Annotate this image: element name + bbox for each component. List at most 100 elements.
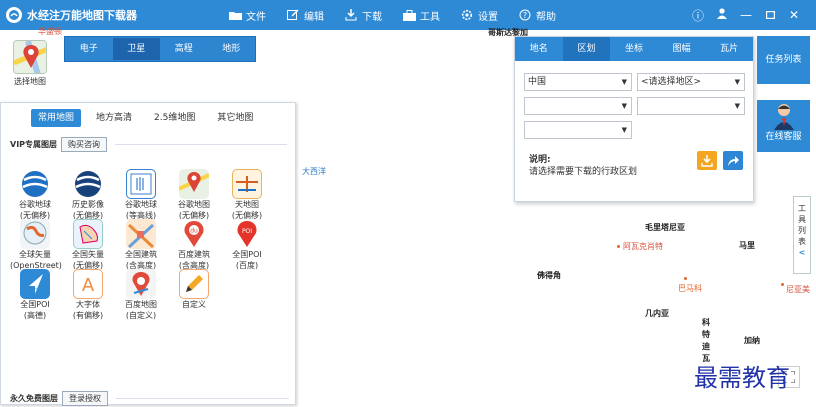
map-label: 华盛顿 xyxy=(38,27,62,36)
source-openstreet[interactable]: 全球矢量 (OpenStreet) xyxy=(10,219,62,271)
task-list-label: 任务列表 xyxy=(765,55,802,65)
source-label: 天地图 xyxy=(235,200,259,209)
map-source-panel: 常用地图 地方高清 2.5维地图 其它地图 VIP专属图层 购买咨询 谷歌地球 … xyxy=(0,102,296,406)
region-tabs: 地名 区划 坐标 图幅 瓦片 xyxy=(515,37,753,61)
chevron-left-icon: < xyxy=(798,248,806,257)
source-google-earth[interactable]: 谷歌地球 (无偏移) xyxy=(10,169,60,221)
user-icon[interactable] xyxy=(710,8,734,22)
map-selector[interactable]: 选择地图 xyxy=(7,40,53,96)
source-custom[interactable]: 自定义 xyxy=(169,269,219,310)
buildings-icon xyxy=(126,219,156,249)
vip-section-header: VIP专属图层 购买咨询 xyxy=(1,135,295,153)
map-type-elevation[interactable]: 高程 xyxy=(160,38,208,60)
menu-label: 帮助 xyxy=(536,11,556,23)
menu-settings[interactable]: 设置 xyxy=(460,8,498,23)
baidu-map-icon xyxy=(126,269,156,299)
download-region-button[interactable] xyxy=(697,151,717,170)
menu-help[interactable]: ? 帮助 xyxy=(518,8,556,23)
country-select[interactable]: 中国 ▼ xyxy=(524,73,632,91)
town-select[interactable]: ▼ xyxy=(524,121,632,139)
svg-text:A: A xyxy=(82,275,95,296)
source-google-maps[interactable]: 谷歌地图 (无偏移) xyxy=(169,169,219,221)
tab-other-maps[interactable]: 其它地图 xyxy=(210,109,260,127)
baidu-pin-icon: du xyxy=(179,219,209,249)
source-baidu-custom[interactable]: 百度地图 (自定义) xyxy=(116,269,166,321)
google-maps-icon xyxy=(13,40,47,74)
tool-list-char: 列 xyxy=(798,226,806,235)
tab-map-sheet[interactable]: 图幅 xyxy=(658,37,706,61)
map-type-satellite[interactable]: 卫星 xyxy=(112,38,160,60)
map-type-electronic[interactable]: 电子 xyxy=(65,38,113,60)
tool-list-char: 表 xyxy=(798,237,806,246)
online-service-button[interactable]: 在线客服 xyxy=(757,100,810,152)
source-label: 全国建筑 xyxy=(125,250,157,259)
source-tianditu[interactable]: 天地图 (无偏移) xyxy=(222,169,272,221)
country-value: 中国 xyxy=(528,77,547,87)
chevron-down-icon: ▼ xyxy=(734,102,740,110)
tool-list-char: 工 xyxy=(798,204,806,213)
tab-local-hd[interactable]: 地方高清 xyxy=(89,109,139,127)
toolbox-icon xyxy=(402,9,416,21)
map-selector-label: 选择地图 xyxy=(14,77,46,86)
menu-tools[interactable]: 工具 xyxy=(402,8,440,23)
task-list-button[interactable]: 任务列表 xyxy=(757,36,810,84)
district-select[interactable]: ▼ xyxy=(637,97,745,115)
contour-icon xyxy=(126,169,156,199)
google-earth-icon xyxy=(20,169,50,199)
source-large-font[interactable]: A 大字体 (有偏移) xyxy=(63,269,113,321)
chevron-down-icon: ▼ xyxy=(621,78,627,86)
info-icon[interactable]: ⓘ xyxy=(686,7,710,24)
source-baidu-buildings[interactable]: du 百度建筑 (含高度) xyxy=(169,219,219,271)
download-icon xyxy=(344,9,358,21)
free-section-title: 永久免费图层 xyxy=(10,393,58,403)
tab-2-5d-maps[interactable]: 2.5维地图 xyxy=(147,109,202,127)
download-icon xyxy=(701,154,713,167)
poi-baidu-icon: POI xyxy=(232,219,262,249)
source-sublabel: (有偏移) xyxy=(72,311,104,320)
map-type-terrain[interactable]: 地形 xyxy=(208,38,256,60)
help-icon: ? xyxy=(518,9,532,21)
menu-file[interactable]: 文件 xyxy=(228,8,266,23)
maximize-icon[interactable] xyxy=(758,8,782,22)
source-label: 自定义 xyxy=(182,300,206,309)
city-select[interactable]: ▼ xyxy=(524,97,632,115)
source-label: 谷歌地图 xyxy=(178,200,210,209)
tab-tiles[interactable]: 瓦片 xyxy=(705,37,753,61)
buy-consult-button[interactable]: 购买咨询 xyxy=(61,136,108,152)
tab-division[interactable]: 区划 xyxy=(562,37,611,61)
source-poi-baidu[interactable]: POI 全国POI (百度) xyxy=(222,219,272,271)
login-auth-button[interactable]: 登录授权 xyxy=(62,390,108,406)
tianditu-icon xyxy=(232,169,262,199)
region-value: <请选择地区> xyxy=(641,77,702,87)
svg-text:POI: POI xyxy=(242,228,252,235)
map-label: 马里 xyxy=(739,241,755,250)
close-icon[interactable]: ✕ xyxy=(782,8,806,22)
chevron-down-icon: ▼ xyxy=(734,78,740,86)
menu-edit[interactable]: 编辑 xyxy=(286,8,324,23)
tab-place-name[interactable]: 地名 xyxy=(515,37,563,61)
chevron-down-icon: ▼ xyxy=(621,102,627,110)
tab-common-maps[interactable]: 常用地图 xyxy=(31,109,82,127)
title-bar: 水经注万能地图下载器 文件 编辑 下载 工具 设置 ? 帮助 ⓘ — ✕ xyxy=(0,0,816,30)
source-buildings[interactable]: 全国建筑 (含高度) xyxy=(116,219,166,271)
divider xyxy=(116,397,289,399)
tab-coordinates[interactable]: 坐标 xyxy=(610,37,658,61)
tool-list-tab[interactable]: 工 具 列 表 < xyxy=(793,196,811,274)
source-poi-gaode[interactable]: POI 全国POI (高德) xyxy=(10,269,60,321)
source-label: 全球矢量 xyxy=(19,250,51,259)
menu-label: 下载 xyxy=(362,11,382,23)
poi-gaode-icon: POI xyxy=(20,269,50,299)
source-history-imagery[interactable]: 历史影像 (无偏移) xyxy=(63,169,113,221)
locate-region-button[interactable] xyxy=(723,151,743,170)
region-select[interactable]: <请选择地区> ▼ xyxy=(637,73,745,91)
gear-icon xyxy=(460,9,474,21)
openstreet-icon xyxy=(20,219,50,249)
source-contour[interactable]: 谷歌地球 (等高线) xyxy=(116,169,166,221)
source-label: 大字体 xyxy=(76,300,100,309)
menu-download[interactable]: 下载 xyxy=(344,8,382,23)
note-text: 请选择需要下载的行政区划 xyxy=(529,167,638,177)
source-label: 谷歌地球 xyxy=(19,200,51,209)
minimize-icon[interactable]: — xyxy=(734,8,758,22)
source-label: 百度建筑 xyxy=(178,250,210,259)
source-vector[interactable]: 全国矢量 (无偏移) xyxy=(63,219,113,271)
